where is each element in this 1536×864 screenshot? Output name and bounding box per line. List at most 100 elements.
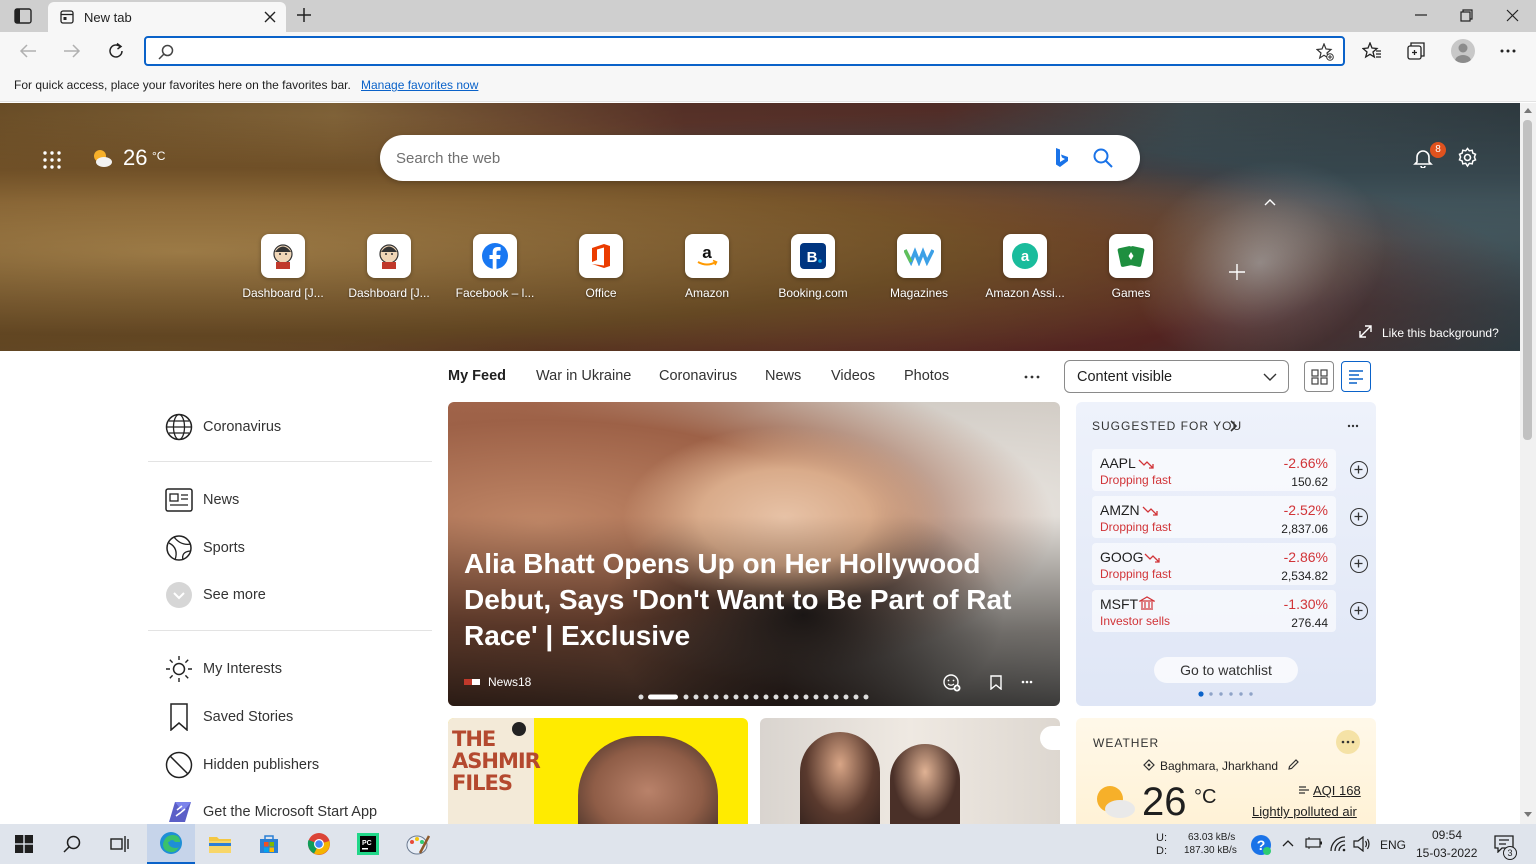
manage-favorites-link[interactable]: Manage favorites now bbox=[361, 78, 478, 92]
new-tab-plus-icon[interactable] bbox=[296, 7, 312, 23]
close-window-icon[interactable] bbox=[1506, 9, 1519, 22]
go-to-watchlist-button[interactable]: Go to watchlist bbox=[1154, 657, 1298, 683]
windows-start-icon[interactable] bbox=[0, 824, 48, 864]
tab-new-tab[interactable]: New tab bbox=[48, 2, 286, 32]
language-indicator[interactable]: ENG bbox=[1380, 838, 1406, 852]
aqi-description[interactable]: Lightly polluted air bbox=[1252, 804, 1357, 819]
left-nav-get-app[interactable]: Get the Microsoft Start App bbox=[164, 797, 377, 826]
hero-source[interactable]: News18 bbox=[488, 675, 531, 689]
battery-icon[interactable] bbox=[1305, 837, 1323, 849]
left-nav-sports[interactable]: Sports bbox=[164, 533, 245, 562]
bing-icon[interactable] bbox=[1055, 147, 1069, 169]
collections-icon[interactable] bbox=[1407, 42, 1425, 60]
wifi-icon[interactable] bbox=[1330, 836, 1346, 852]
tab-videos[interactable]: Videos bbox=[831, 368, 875, 384]
add-stock-icon[interactable] bbox=[1350, 602, 1368, 620]
paint-icon[interactable] bbox=[394, 824, 442, 864]
address-bar[interactable] bbox=[144, 36, 1345, 66]
expand-arrow-icon[interactable] bbox=[1359, 325, 1372, 338]
help-icon[interactable]: ? bbox=[1250, 834, 1272, 856]
add-favorite-icon[interactable] bbox=[1316, 43, 1334, 61]
minimize-icon[interactable] bbox=[1415, 9, 1427, 21]
weather-location[interactable]: Baghmara, Jharkhand bbox=[1160, 759, 1278, 773]
card-more-icon[interactable] bbox=[1021, 680, 1033, 684]
carousel-dots[interactable] bbox=[638, 694, 870, 700]
scroll-down-arrow-icon[interactable] bbox=[1524, 812, 1532, 818]
quick-link-tile[interactable]: a Amazon bbox=[664, 234, 750, 300]
next-arrow-icon[interactable] bbox=[1040, 726, 1060, 750]
weather-more-button[interactable] bbox=[1336, 730, 1360, 754]
forward-icon[interactable] bbox=[63, 43, 81, 59]
edge-taskbar-icon[interactable] bbox=[147, 824, 195, 864]
taskbar-search-icon[interactable] bbox=[48, 824, 96, 864]
quick-link-tile[interactable]: B Booking.com bbox=[770, 234, 856, 300]
list-layout-button[interactable] bbox=[1341, 361, 1371, 392]
clock-date[interactable]: 15-03-2022 bbox=[1416, 846, 1477, 860]
add-stock-icon[interactable] bbox=[1350, 461, 1368, 479]
tab-news[interactable]: News bbox=[765, 368, 801, 384]
scroll-thumb[interactable] bbox=[1523, 120, 1532, 440]
stocks-carousel-dots[interactable] bbox=[1198, 691, 1254, 697]
quick-link-tile[interactable]: Dashboard [J... bbox=[240, 234, 326, 300]
left-nav-saved-stories[interactable]: Saved Stories bbox=[164, 702, 293, 731]
edit-pencil-icon[interactable] bbox=[1287, 758, 1300, 771]
more-tabs-icon[interactable] bbox=[1024, 375, 1040, 379]
news-card-family[interactable] bbox=[760, 718, 1060, 824]
microsoft-store-icon[interactable] bbox=[245, 824, 293, 864]
file-explorer-icon[interactable] bbox=[196, 824, 244, 864]
pycharm-icon[interactable]: PC bbox=[344, 824, 392, 864]
quick-link-tile[interactable]: Dashboard [J... bbox=[346, 234, 432, 300]
like-background-link[interactable]: Like this background? bbox=[1382, 326, 1499, 340]
quick-link-tile[interactable]: a Amazon Assi... bbox=[982, 234, 1068, 300]
apps-grid-icon[interactable] bbox=[43, 151, 61, 169]
tab-photos[interactable]: Photos bbox=[904, 368, 949, 384]
chrome-icon[interactable] bbox=[295, 824, 343, 864]
hero-headline[interactable]: Alia Bhatt Opens Up on Her Hollywood Deb… bbox=[464, 546, 1024, 654]
tab-actions-icon[interactable] bbox=[14, 8, 32, 24]
tab-my-feed[interactable]: My Feed bbox=[448, 368, 506, 384]
collapse-chevron-up-icon[interactable] bbox=[1264, 198, 1276, 206]
tray-chevron-up-icon[interactable] bbox=[1282, 839, 1294, 847]
tab-war-in-ukraine[interactable]: War in Ukraine bbox=[536, 368, 631, 384]
web-search-box[interactable]: Search the web bbox=[380, 135, 1140, 181]
save-bookmark-icon[interactable] bbox=[990, 675, 1002, 690]
hero-temperature[interactable]: 26 bbox=[123, 145, 147, 171]
left-nav-news[interactable]: News bbox=[164, 485, 239, 514]
volume-icon[interactable] bbox=[1353, 836, 1371, 852]
add-stock-icon[interactable] bbox=[1350, 508, 1368, 526]
refresh-icon[interactable] bbox=[107, 42, 125, 60]
add-shortcut-plus-icon[interactable] bbox=[1229, 264, 1245, 280]
stocks-more-icon[interactable] bbox=[1347, 424, 1359, 428]
back-icon[interactable] bbox=[19, 43, 37, 59]
quick-link-tile[interactable]: Magazines bbox=[876, 234, 962, 300]
left-nav-hidden-publishers[interactable]: Hidden publishers bbox=[164, 750, 319, 779]
quick-link-tile[interactable]: Office bbox=[558, 234, 644, 300]
stock-row[interactable]: AMZN Dropping fast -2.52% 2,837.06 bbox=[1092, 496, 1368, 538]
quick-link-tile[interactable]: Games bbox=[1088, 234, 1174, 300]
stocks-header[interactable]: SUGGESTED FOR YOU bbox=[1092, 419, 1242, 433]
stock-row[interactable]: MSFT Investor sells -1.30% 276.44 bbox=[1092, 590, 1368, 632]
web-search-icon[interactable] bbox=[1093, 148, 1113, 168]
close-tab-icon[interactable] bbox=[264, 11, 276, 23]
hero-news-card[interactable]: Alia Bhatt Opens Up on Her Hollywood Deb… bbox=[448, 402, 1060, 706]
content-visibility-select[interactable]: Content visible bbox=[1064, 360, 1289, 393]
profile-avatar[interactable] bbox=[1451, 39, 1475, 63]
left-nav-my-interests[interactable]: My Interests bbox=[164, 654, 282, 683]
aqi-value[interactable]: AQI 168 bbox=[1313, 783, 1361, 798]
react-emoji-icon[interactable] bbox=[943, 674, 961, 692]
scroll-up-arrow-icon[interactable] bbox=[1524, 107, 1532, 113]
favorites-icon[interactable] bbox=[1362, 42, 1382, 60]
stock-row[interactable]: GOOG Dropping fast -2.86% 2,534.82 bbox=[1092, 543, 1368, 585]
news-card-movie[interactable]: THE ASHMIR FILES bbox=[448, 718, 748, 824]
left-nav-see-more[interactable]: See more bbox=[164, 580, 266, 609]
clock-time[interactable]: 09:54 bbox=[1432, 828, 1462, 842]
add-stock-icon[interactable] bbox=[1350, 555, 1368, 573]
chevron-right-icon[interactable] bbox=[1230, 420, 1238, 432]
settings-gear-icon[interactable] bbox=[1457, 147, 1478, 168]
quick-link-tile[interactable]: Facebook – l... bbox=[452, 234, 538, 300]
tab-coronavirus[interactable]: Coronavirus bbox=[659, 368, 737, 384]
grid-layout-button[interactable] bbox=[1304, 361, 1334, 392]
weather-card[interactable]: WEATHER Baghmara, Jharkhand 26 °C AQI 16… bbox=[1076, 718, 1376, 824]
task-view-icon[interactable] bbox=[96, 824, 144, 864]
restore-icon[interactable] bbox=[1460, 9, 1473, 22]
